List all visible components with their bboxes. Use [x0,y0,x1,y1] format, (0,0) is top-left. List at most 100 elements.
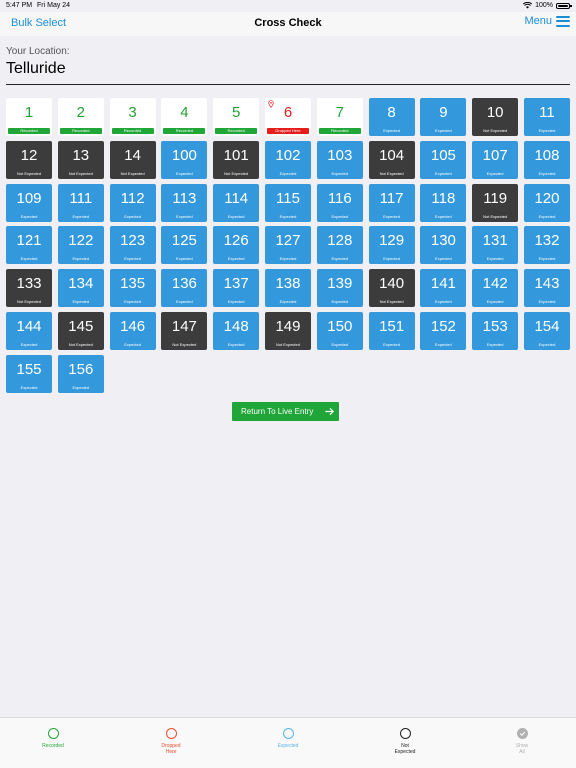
bib-status-label: Expected [227,299,245,305]
bib-tile-130[interactable]: 130 Expected [420,226,467,265]
bib-tile-120[interactable]: 120 Expected [523,183,570,222]
bib-tile-9[interactable]: 9 Expected [420,98,467,136]
bib-tile-8[interactable]: 8 Expected [368,98,415,136]
bib-tile-101[interactable]: 101 Not Expected [213,140,260,179]
return-to-live-entry-button[interactable]: Return To Live Entry [232,402,339,421]
bib-status-label: Expected [279,299,297,305]
bib-tile-127[interactable]: 127 Expected [264,226,311,265]
bib-tile-132[interactable]: 132 Expected [523,226,570,265]
bib-number: 119 [483,189,508,207]
bib-tile-117[interactable]: 117 Expected [368,183,415,222]
status-date: Fri May 24 [37,2,71,9]
bib-tile-131[interactable]: 131 Expected [472,226,519,265]
bib-tile-156[interactable]: 156 Expected [57,354,104,393]
bib-tile-141[interactable]: 141 Expected [420,269,467,308]
bib-number: 139 [327,275,353,293]
bib-tile-133[interactable]: 133 Not Expected [6,269,52,308]
bib-tile-149[interactable]: 149 Not Expected [264,311,311,350]
bib-tile-109[interactable]: 109 Expected [6,183,52,222]
bib-tile-107[interactable]: 107 Expected [472,140,519,179]
bib-tile-1[interactable]: 1 Recorded [6,98,52,136]
bib-tile-116[interactable]: 116 Expected [316,183,363,222]
bib-number: 111 [69,189,93,207]
bib-tile-146[interactable]: 146 Expected [109,311,156,350]
bib-status-label: Expected [383,128,400,133]
bib-number: 147 [171,317,197,335]
bib-tile-103[interactable]: 103 Expected [316,140,363,179]
dropped-circle-icon [165,728,177,739]
bib-tile-5[interactable]: 5 Recorded [213,98,260,136]
location-value[interactable]: Telluride [6,60,66,78]
bib-status-label: Expected [435,213,452,219]
bib-tile-7[interactable]: 7 Recorded [316,98,363,136]
bib-tile-142[interactable]: 142 Expected [472,269,519,308]
bib-status-label: Expected [72,299,90,305]
bib-status-label: Expected [20,213,38,219]
bib-tile-143[interactable]: 143 Expected [523,269,570,308]
bib-tile-140[interactable]: 140 Not Expected [368,269,415,308]
bib-tile-13[interactable]: 13 Not Expected [57,140,104,179]
bib-tile-134[interactable]: 134 Expected [57,269,104,308]
bib-tile-129[interactable]: 129 Expected [368,226,415,265]
bib-tile-125[interactable]: 125 Expected [161,226,208,265]
bib-status-label: Expected [124,213,141,219]
bib-tile-151[interactable]: 151 Expected [368,311,415,350]
bib-tile-104[interactable]: 104 Not Expected [368,140,415,179]
bib-tile-138[interactable]: 138 Expected [264,269,311,308]
bib-tile-145[interactable]: 145 Not Expected [57,311,104,350]
bib-tile-139[interactable]: 139 Expected [316,269,363,308]
bib-tile-111[interactable]: 111 Expected [57,183,104,222]
bib-tile-121[interactable]: 121 Expected [6,226,52,265]
bib-tile-114[interactable]: 114 Expected [213,183,260,222]
tab-dropped-here[interactable]: Dropped Here [141,728,201,755]
bib-tile-102[interactable]: 102 Expected [264,140,311,179]
bib-tile-150[interactable]: 150 Expected [316,311,363,350]
tab-expected[interactable]: Expected [258,728,318,749]
bib-tile-144[interactable]: 144 Expected [6,311,52,350]
bib-tile-112[interactable]: 112 Expected [109,183,156,222]
bib-tile-126[interactable]: 126 Expected [213,226,260,265]
bib-tile-136[interactable]: 136 Expected [161,269,208,308]
tab-show-all[interactable]: Show All [492,728,552,755]
bib-status-label: Expected [72,384,90,390]
menu-button[interactable]: Menu [524,15,570,27]
bib-status-label: Recorded [111,128,154,134]
bib-tile-12[interactable]: 12 Not Expected [6,140,52,179]
bib-tile-123[interactable]: 123 Expected [109,226,156,265]
bib-tile-135[interactable]: 135 Expected [109,269,156,308]
bib-tile-4[interactable]: 4 Recorded [161,98,208,136]
tab-not-expected[interactable]: Not Expected [375,728,435,755]
bib-status-label: Expected [124,341,141,347]
bib-status-label: Recorded [163,128,206,134]
bib-tile-137[interactable]: 137 Expected [213,269,260,308]
bib-tile-118[interactable]: 118 Expected [420,183,467,222]
bib-tile-152[interactable]: 152 Expected [420,311,467,350]
bib-status-label: Not Expected [379,299,404,305]
bib-tile-147[interactable]: 147 Not Expected [161,311,208,350]
bib-tile-6[interactable]: 6 Dropped Here [264,98,311,136]
arrow-right-icon [325,407,335,416]
bib-status-label: Expected [383,341,400,347]
bib-tile-128[interactable]: 128 Expected [316,226,363,265]
bib-tile-100[interactable]: 100 Expected [161,140,208,179]
bib-tile-148[interactable]: 148 Expected [213,311,260,350]
bib-status-label: Not Expected [275,341,300,347]
bib-status-label: Not Expected [68,341,93,347]
bib-tile-119[interactable]: 119 Not Expected [472,183,519,222]
bib-tile-153[interactable]: 153 Expected [472,311,519,350]
bib-tile-108[interactable]: 108 Expected [523,140,570,179]
bib-tile-3[interactable]: 3 Recorded [109,98,156,136]
bib-tile-154[interactable]: 154 Expected [523,311,570,350]
bib-tile-113[interactable]: 113 Expected [161,183,208,222]
bib-tile-2[interactable]: 2 Recorded [57,98,104,136]
bib-tile-155[interactable]: 155 Expected [6,354,52,393]
bib-status-label: Recorded [59,128,102,134]
bib-tile-122[interactable]: 122 Expected [57,226,104,265]
bib-status-label: Expected [20,384,38,390]
bib-tile-115[interactable]: 115 Expected [264,183,311,222]
tab-recorded[interactable]: Recorded [23,728,83,749]
bib-tile-14[interactable]: 14 Not Expected [109,140,156,179]
bib-tile-10[interactable]: 10 Not Expected [472,98,519,136]
bib-tile-11[interactable]: 11 Expected [523,98,570,136]
bib-tile-105[interactable]: 105 Expected [420,140,467,179]
